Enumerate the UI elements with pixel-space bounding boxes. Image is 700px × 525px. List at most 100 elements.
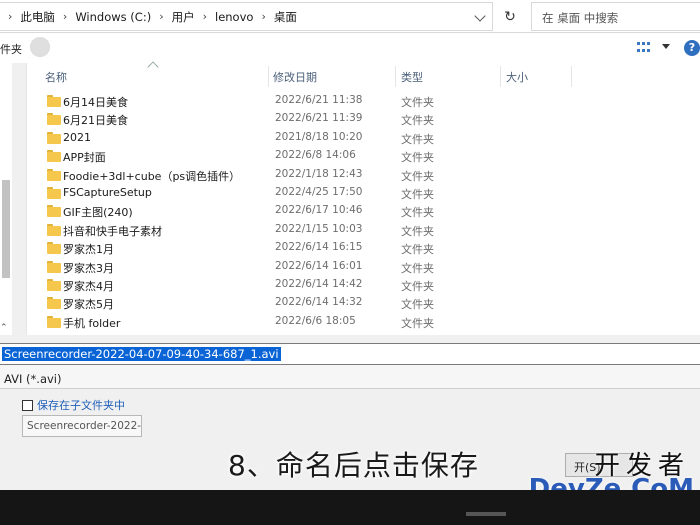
file-type: 文件夹	[401, 243, 434, 257]
search-input[interactable]: 在 桌面 中搜索	[531, 2, 700, 31]
chevron-right-icon: ›	[62, 10, 68, 23]
letterbox-artifact	[466, 512, 506, 516]
subfolder-name-field[interactable]: Screenrecorder-2022-	[22, 415, 142, 437]
chevron-right-icon: ›	[159, 10, 164, 23]
file-name: GIF主图(240)	[63, 206, 133, 220]
file-name: 6月21日美食	[63, 114, 128, 128]
filetype-select[interactable]: AVI (*.avi)	[0, 365, 700, 389]
breadcrumb[interactable]: › 此电脑 › Windows (C:) › 用户 › lenovo › 桌面	[0, 2, 493, 31]
subfolder-checkbox[interactable]	[22, 399, 33, 411]
column-header-size[interactable]: 大小	[506, 63, 528, 90]
breadcrumb-item-drive[interactable]: Windows (C:)	[75, 10, 151, 24]
collapse-icon[interactable]: ⌃	[0, 323, 8, 333]
file-type: 文件夹	[401, 224, 434, 238]
folder-icon	[47, 297, 61, 310]
file-row[interactable]: 6月14日美食 2022/6/21 11:38 文件夹	[27, 92, 700, 110]
folder-icon	[47, 205, 61, 218]
column-separator[interactable]	[268, 66, 269, 87]
file-name: 罗家杰4月	[63, 279, 114, 293]
watermark-logo: 天天生活	[30, 37, 102, 57]
folder-icon	[47, 242, 61, 255]
tutorial-caption: 8、命名后点击保存	[228, 449, 479, 482]
file-row[interactable]: Foodie+3dl+cube（ps调色插件） 2022/1/18 12:43 文件…	[27, 166, 700, 184]
column-separator[interactable]	[500, 66, 501, 87]
file-row[interactable]: 抖音和快手电子素材 2022/1/15 10:03 文件夹	[27, 221, 700, 239]
file-type: 文件夹	[401, 132, 434, 146]
address-dropdown-icon[interactable]	[474, 10, 486, 22]
file-rows: 6月14日美食 2022/6/21 11:38 文件夹 6月21日美食 2022/6/2…	[27, 92, 700, 331]
file-name: 罗家杰1月	[63, 243, 114, 257]
sort-ascending-icon	[147, 61, 159, 73]
folder-icon	[47, 168, 61, 181]
file-date: 2022/6/14 16:15	[275, 241, 363, 254]
file-name: 抖音和快手电子素材	[63, 224, 162, 238]
file-name: 罗家杰5月	[63, 298, 114, 312]
folder-icon	[47, 278, 61, 291]
file-type: 文件夹	[401, 96, 434, 109]
breadcrumb-item-desktop[interactable]: 桌面	[274, 9, 297, 25]
column-header-type[interactable]: 类型	[401, 63, 423, 90]
column-header-name[interactable]: 名称	[45, 63, 67, 90]
refresh-icon: ↻	[504, 8, 516, 25]
file-row[interactable]: 手机 folder 2022/6/6 18:05 文件夹	[27, 313, 700, 331]
watermark-text: 天天生活	[54, 40, 103, 55]
breadcrumb-item-users[interactable]: 用户	[172, 9, 195, 25]
view-dropdown-icon[interactable]	[662, 44, 670, 49]
file-row[interactable]: APP封面 2022/6/8 14:06 文件夹	[27, 147, 700, 165]
help-icon[interactable]: ?	[684, 40, 700, 56]
file-type: 文件夹	[401, 316, 434, 330]
new-folder-button[interactable]: 件夹	[0, 41, 22, 57]
folder-icon	[47, 131, 61, 144]
file-date: 2022/6/14 16:01	[275, 259, 363, 272]
file-date: 2022/4/25 17:50	[275, 185, 363, 198]
column-separator[interactable]	[395, 66, 396, 87]
breadcrumb-item-this-pc[interactable]: 此电脑	[20, 9, 55, 25]
file-row[interactable]: 罗家杰3月 2022/6/14 16:01 文件夹	[27, 258, 700, 276]
view-options-icon[interactable]	[637, 42, 651, 54]
chevron-right-icon: ›	[8, 10, 13, 23]
column-separator[interactable]	[571, 66, 572, 87]
file-row[interactable]: 罗家杰4月 2022/6/14 14:42 文件夹	[27, 276, 700, 294]
file-type: 文件夹	[401, 261, 434, 275]
subfolder-option[interactable]: 保存在子文件夹中	[22, 397, 125, 413]
file-name: Foodie+3dl+cube（ps调色插件）	[63, 169, 241, 183]
file-name: 罗家杰3月	[63, 261, 114, 275]
folder-icon	[47, 260, 61, 273]
file-row[interactable]: GIF主图(240) 2022/6/17 10:46 文件夹	[27, 202, 700, 220]
refresh-button[interactable]: ↻	[495, 2, 525, 31]
filename-input[interactable]: Screenrecorder-2022-04-07-09-40-34-687_1…	[0, 343, 700, 365]
subfolder-checkbox-label[interactable]: 保存在子文件夹中	[37, 397, 125, 413]
file-date: 2022/6/14 14:42	[275, 277, 363, 290]
nav-scrollbar-thumb[interactable]	[2, 180, 10, 278]
file-type: 文件夹	[401, 187, 434, 201]
file-type: 文件夹	[401, 206, 434, 220]
file-row[interactable]: 罗家杰5月 2022/6/14 14:32 文件夹	[27, 294, 700, 312]
file-type: 文件夹	[401, 169, 434, 183]
watermark-icon	[30, 37, 50, 57]
file-row[interactable]: 6月21日美食 2022/6/21 11:39 文件夹	[27, 110, 700, 128]
save-panel: Screenrecorder-2022-04-07-09-40-34-687_1…	[0, 335, 700, 504]
file-row[interactable]: 罗家杰1月 2022/6/14 16:15 文件夹	[27, 239, 700, 257]
folder-icon	[47, 113, 61, 126]
folder-icon	[47, 95, 61, 107]
file-type: 文件夹	[401, 151, 434, 165]
navigation-pane[interactable]: ⌃	[0, 63, 12, 335]
file-date: 2021/8/18 10:20	[275, 130, 363, 143]
file-date: 2022/6/21 11:39	[275, 112, 363, 125]
file-type: 文件夹	[401, 298, 434, 312]
file-date: 2022/6/6 18:05	[275, 314, 356, 327]
file-row[interactable]: FSCaptureSetup 2022/4/25 17:50 文件夹	[27, 184, 700, 202]
file-date: 2022/6/17 10:46	[275, 204, 363, 217]
file-type: 文件夹	[401, 279, 434, 293]
folder-icon	[47, 223, 61, 236]
folder-icon	[47, 150, 61, 163]
file-name: 6月14日美食	[63, 96, 128, 109]
chevron-right-icon: ›	[202, 10, 207, 23]
filename-selection[interactable]: Screenrecorder-2022-04-07-09-40-34-687_1…	[2, 347, 281, 361]
file-date: 2022/1/15 10:03	[275, 222, 363, 235]
toolbar: 件夹 天天生活 ?	[0, 33, 700, 63]
column-header-date[interactable]: 修改日期	[273, 63, 317, 90]
file-date: 2022/6/8 14:06	[275, 149, 356, 162]
file-row[interactable]: 2021 2021/8/18 10:20 文件夹	[27, 129, 700, 147]
breadcrumb-item-user[interactable]: lenovo	[215, 10, 253, 24]
